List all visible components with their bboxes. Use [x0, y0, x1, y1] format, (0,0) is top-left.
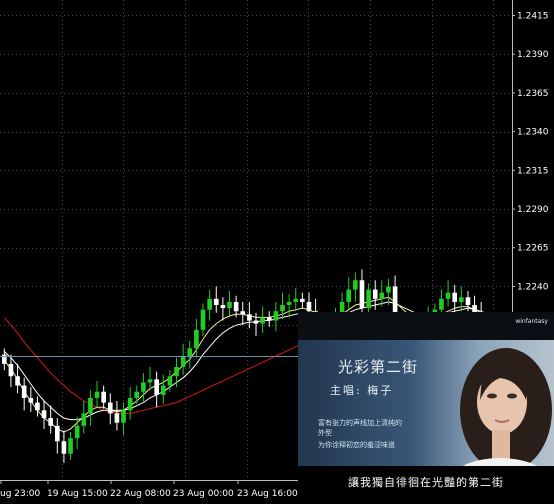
candle-body	[452, 292, 458, 302]
time-tick-label: 19 Aug 15:00	[47, 489, 108, 499]
candle-body	[253, 320, 259, 324]
candle-body	[127, 397, 133, 411]
price-tick-label: 1.2365	[517, 89, 549, 99]
description-line: 富有张力的声线加上清纯的	[318, 419, 402, 427]
price-tick-label: 1.2315	[517, 166, 549, 176]
video-overlay[interactable]: winfantasy 光彩第二街 主唱: 梅子 富有张力的声线加上清纯的 外型 …	[298, 312, 554, 504]
price-tick-label: 1.2390	[517, 50, 549, 60]
subtitle-bar: 讓我獨自徘徊在光豔的第二街	[298, 466, 554, 504]
candle-body	[28, 397, 34, 403]
candle-body	[445, 292, 451, 299]
candle-body	[101, 391, 106, 403]
singer-portrait	[450, 348, 552, 486]
candle-body	[213, 298, 219, 306]
candle-body	[207, 298, 212, 310]
candle-body	[8, 363, 14, 377]
candle-body	[260, 317, 265, 324]
description-line: 外型	[318, 429, 332, 437]
candle-body	[280, 305, 285, 312]
candle-body	[21, 385, 27, 398]
candle-body	[35, 402, 40, 411]
candle-body	[160, 385, 166, 395]
candle-body	[293, 298, 299, 302]
time-tick-label: 23 Aug 16:00	[237, 489, 298, 499]
description-line: 为你诠释初恋的羞涩味道	[318, 441, 395, 449]
price-tick-label: 1.2415	[517, 11, 549, 21]
candle-body	[54, 425, 60, 442]
candle-body	[74, 425, 80, 439]
time-tick-label: 22 Aug 08:00	[110, 489, 171, 499]
candle-body	[15, 376, 20, 386]
candle-body	[41, 410, 47, 419]
candle-body	[220, 305, 226, 309]
candle-body	[233, 301, 239, 312]
price-tick-label: 1.2340	[517, 128, 549, 138]
brand-logo: winfantasy	[515, 318, 548, 325]
song-title: 光彩第二街	[338, 358, 419, 376]
candle-body	[48, 418, 53, 426]
candle-body	[147, 379, 153, 383]
candle-body	[141, 382, 146, 392]
candle-body	[266, 317, 272, 321]
time-tick-label: 23 Aug 00:00	[173, 489, 234, 499]
singer-label: 主唱: 梅子	[330, 384, 394, 397]
candle-body	[94, 391, 100, 398]
candle-body	[286, 301, 292, 306]
candle-body	[81, 413, 87, 426]
candle-body	[187, 348, 193, 357]
candle-body	[386, 286, 391, 293]
candle-body	[107, 402, 113, 414]
candle-body	[227, 301, 232, 309]
candle-body	[439, 298, 444, 310]
candle-body	[194, 329, 199, 349]
candle-body	[359, 280, 365, 309]
candle-body	[273, 311, 279, 321]
candle-body	[459, 297, 464, 302]
candle-body	[1, 354, 7, 364]
candle-body	[174, 366, 179, 377]
candle-body	[240, 311, 246, 315]
candle-body	[180, 356, 186, 367]
candle-body	[346, 289, 352, 302]
candle-body	[247, 314, 252, 321]
price-tick-label: 1.2265	[517, 244, 549, 254]
candle-body	[154, 379, 159, 395]
candle-body	[200, 309, 206, 330]
price-tick-label: 1.2240	[517, 282, 549, 292]
price-axis: 1.2415 1.2390 1.2365 1.2340 1.2315 1.2290 1.22…	[512, 11, 549, 331]
candle-body	[134, 391, 140, 398]
candle-body	[353, 280, 358, 290]
subtitle-text: 讓我獨自徘徊在光豔的第二街	[348, 476, 504, 489]
video-topbar: winfantasy	[298, 312, 554, 340]
candle-body	[465, 297, 471, 306]
candle-body	[121, 410, 126, 423]
candle-body	[167, 376, 173, 386]
candle-body	[114, 413, 120, 423]
time-tick-label: ug 23:00	[0, 489, 40, 499]
chart-window[interactable]: 1.2415 1.2390 1.2365 1.2340 1.2315 1.2290 1.22…	[0, 0, 554, 504]
candle-body	[306, 301, 312, 312]
candle-body	[61, 441, 67, 454]
candle-body	[366, 289, 371, 309]
candle-body	[300, 298, 305, 302]
candle-body	[379, 292, 385, 299]
candle-body	[372, 289, 378, 299]
candle-body	[88, 397, 93, 414]
candle-body	[68, 438, 73, 454]
price-tick-label: 1.2290	[517, 205, 549, 215]
